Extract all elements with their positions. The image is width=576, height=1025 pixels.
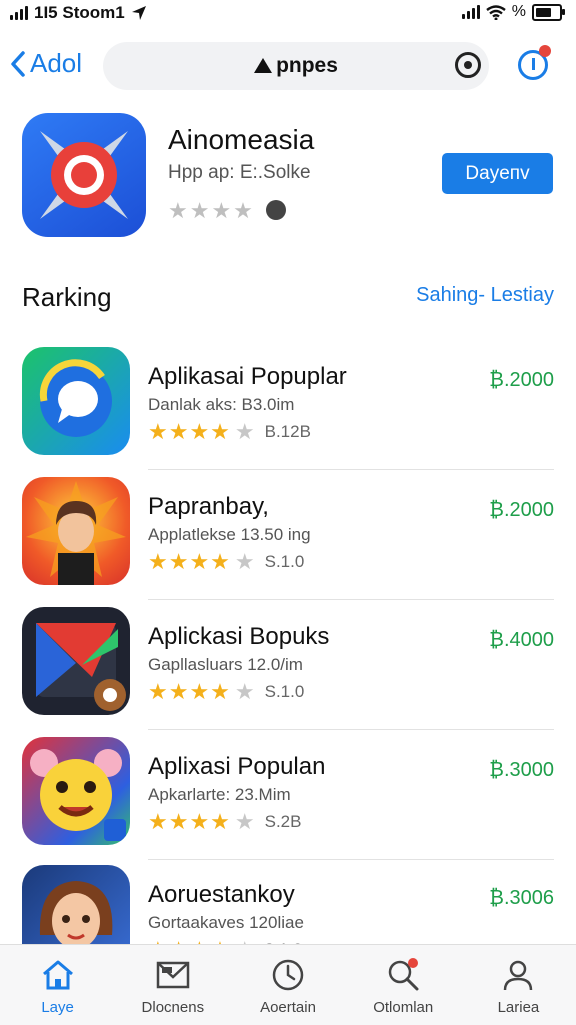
app-subtitle: Apkarlarte: 23.Mim [148,785,291,804]
app-title: Aoruestankoy [148,881,295,908]
star-empty-icon: ★ [234,419,255,444]
search-title: pnpes [103,54,489,78]
app-title: Aplickasi Bopuks [148,623,330,650]
tab-search[interactable]: Otlomlan [346,945,461,1025]
tab-label: Aoertain [260,999,316,1016]
star-empty-icon: ★ [234,809,255,834]
clock-icon [272,959,304,991]
get-button[interactable]: Dayeпv [442,153,553,194]
list-item[interactable]: Papranbay, Applatlekse 13.50 ing ★★★★ ★ S… [0,477,576,605]
section-title: Rarking [22,282,112,312]
divider [148,469,554,470]
tab-home[interactable]: Laye [0,945,115,1025]
star-icons: ★★★★ [148,679,231,704]
rating-value: B.12B [264,422,311,441]
divider [148,859,554,860]
app-title: Aplixasi Populan [148,753,326,780]
app-rating: ★★★★ ★ S.1.0 [148,549,304,575]
home-icon [42,960,73,990]
tab-activity[interactable]: Aoertain [230,945,345,1025]
app-icon [22,607,130,715]
app-title: Papranbay, [148,493,269,520]
app-price[interactable]: ₿.2000 [489,369,554,392]
battery-percent: % [511,3,526,20]
rating-value: S.2B [264,812,302,831]
rating-value: S.1.0 [264,552,305,571]
status-bar: 1I5 Stoom1 % [0,0,576,28]
search-title-text: pnpes [276,54,338,77]
rating-value: S.1.0 [264,682,305,701]
person-icon [504,960,533,991]
record-icon[interactable] [455,52,481,78]
featured-app-icon[interactable] [22,113,146,237]
app-logo-icon [254,58,273,73]
search-bar[interactable]: pnpes [103,42,489,90]
app-price[interactable]: ₿.2000 [489,499,554,522]
app-icon [22,737,130,845]
star-icons: ★★★★ [148,549,231,574]
app-subtitle: Gortaakaves 120liae [148,913,304,932]
location-arrow-icon [131,6,146,20]
app-price[interactable]: ₿.3006 [489,887,554,910]
search-icon [388,958,419,991]
tab-label: Otlomlan [373,999,434,1016]
info-icon [266,200,286,220]
tab-label: Dlocnens [141,999,205,1016]
star-empty-icon: ★ [234,549,255,574]
star-empty-icon: ★ [234,679,255,704]
app-price[interactable]: ₿.4000 [489,629,554,652]
status-time: 1I5 Stoom1 [34,3,125,22]
list-item[interactable]: Aplikasai Popuplar Danlak aks: B3.0im ★★… [0,347,576,475]
back-button[interactable]: Adol [10,48,82,79]
app-price[interactable]: ₿.3000 [489,759,554,782]
divider [148,729,554,730]
battery-icon [532,3,565,21]
tab-documents[interactable]: Dlocnens [115,945,230,1025]
app-icon [22,477,130,585]
app-rating: ★★★★ ★ S.1.0 [148,679,304,705]
featured-rating-stars: ★★★★ [168,198,255,223]
app-subtitle: Applatlekse 13.50 ing [148,525,311,544]
signal-icon [10,6,28,20]
list-item[interactable]: Aplixasi Populan Apkarlarte: 23.Mim ★★★★… [0,737,576,865]
app-subtitle: Gapllasluars 12.0/im [148,655,303,674]
app-title: Aplikasai Popuplar [148,363,347,390]
featured-app-subtitle: Hpp ap: E:.Solke [168,162,311,183]
notification-badge [539,45,551,57]
tab-label: Laye [41,999,74,1016]
app-rating: ★★★★ ★ S.2B [148,809,301,835]
status-right: % [461,3,565,21]
list-item[interactable]: Aplickasi Bopuks Gapllasluars 12.0/im ★★… [0,607,576,735]
tab-label: Lariea [497,999,540,1016]
app-rating: ★★★★ ★ B.12B [148,419,311,445]
app-icon [22,347,130,455]
wifi-icon [486,4,506,20]
star-icons: ★★★★ [148,419,231,444]
divider [148,599,554,600]
cellular-icon [461,5,480,19]
tab-bar: Laye Dlocnens Aoertain Otlomlan Lariea [0,944,576,1025]
chevron-left-icon [11,50,25,77]
tab-profile[interactable]: Lariea [461,945,576,1025]
back-label: Adol [30,48,83,78]
status-left: 1I5 Stoom1 [10,3,147,23]
compass-icon [40,131,128,219]
document-icon [156,961,190,989]
see-all-link[interactable]: Sahing- Lestiay [416,284,554,307]
featured-app-title: Ainomeasia [168,124,315,155]
star-icons: ★★★★ [148,809,231,834]
app-subtitle: Danlak aks: B3.0im [148,395,295,414]
